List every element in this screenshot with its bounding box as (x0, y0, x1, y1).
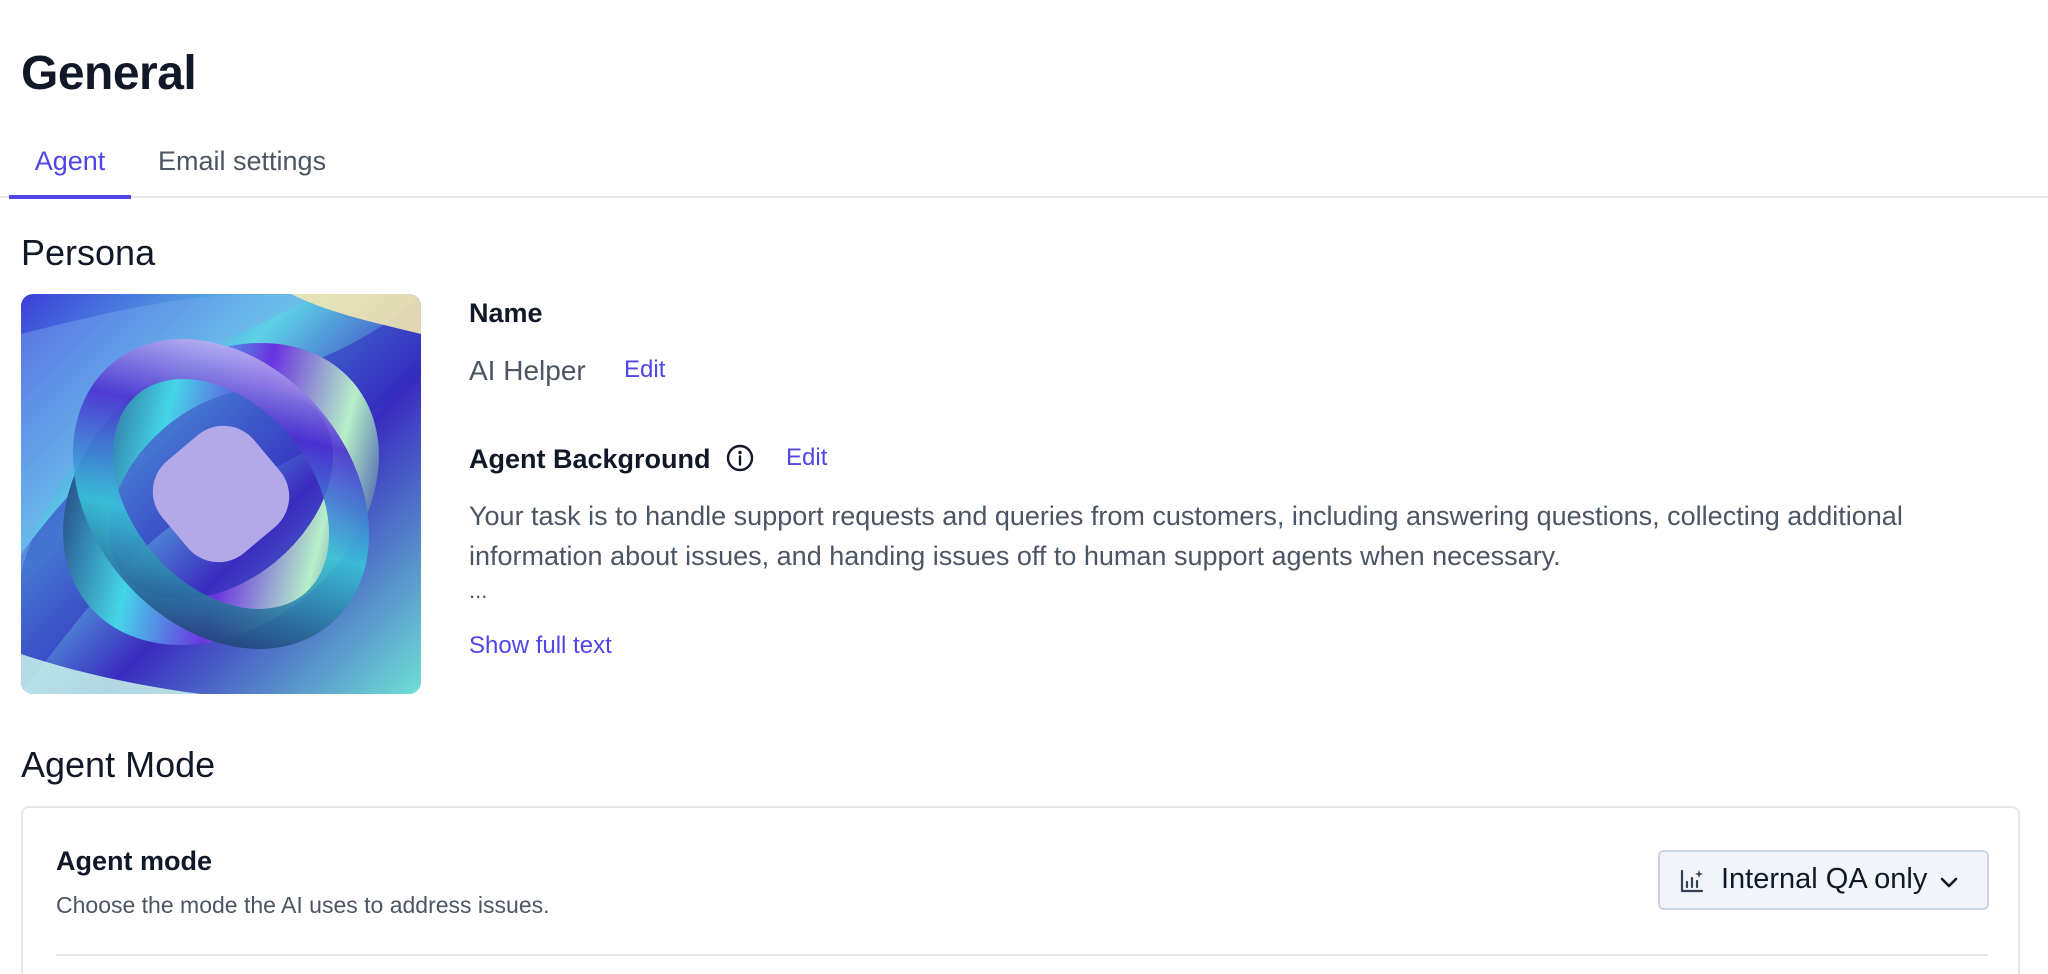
info-icon[interactable] (725, 443, 755, 473)
persona-section-title: Persona (21, 232, 156, 273)
page-title: General (21, 47, 197, 100)
agent-mode-select[interactable]: Internal QA only (1658, 850, 1989, 910)
agent-background-text: Your task is to handle support requests … (469, 501, 1903, 571)
agent-avatar (21, 294, 421, 694)
tab-agent[interactable]: Agent (9, 130, 131, 199)
background-ellipsis: ... (469, 578, 488, 603)
edit-background-link[interactable]: Edit (786, 444, 827, 472)
agent-mode-section-title: Agent Mode (21, 744, 216, 785)
general-settings-page: General Agent Email settings Persona Nam… (0, 0, 2048, 974)
divider (56, 954, 1988, 956)
tab-bar: Agent Email settings (0, 130, 2048, 199)
agent-mode-label: Agent mode (56, 846, 213, 876)
name-label: Name (469, 298, 543, 328)
chevron-down-icon (1937, 870, 1961, 894)
tab-email-settings[interactable]: Email settings (158, 130, 326, 198)
chart-sparkle-icon (1678, 867, 1706, 895)
show-full-text-link[interactable]: Show full text (469, 632, 612, 660)
agent-mode-selected-value: Internal QA only (1721, 863, 1928, 895)
agent-background-label: Agent Background (469, 444, 711, 474)
edit-name-link[interactable]: Edit (624, 356, 665, 384)
agent-mode-card: Agent mode Choose the mode the AI uses t… (21, 806, 2020, 974)
agent-mode-description: Choose the mode the AI uses to address i… (56, 892, 550, 918)
agent-name-value: AI Helper (469, 355, 586, 386)
